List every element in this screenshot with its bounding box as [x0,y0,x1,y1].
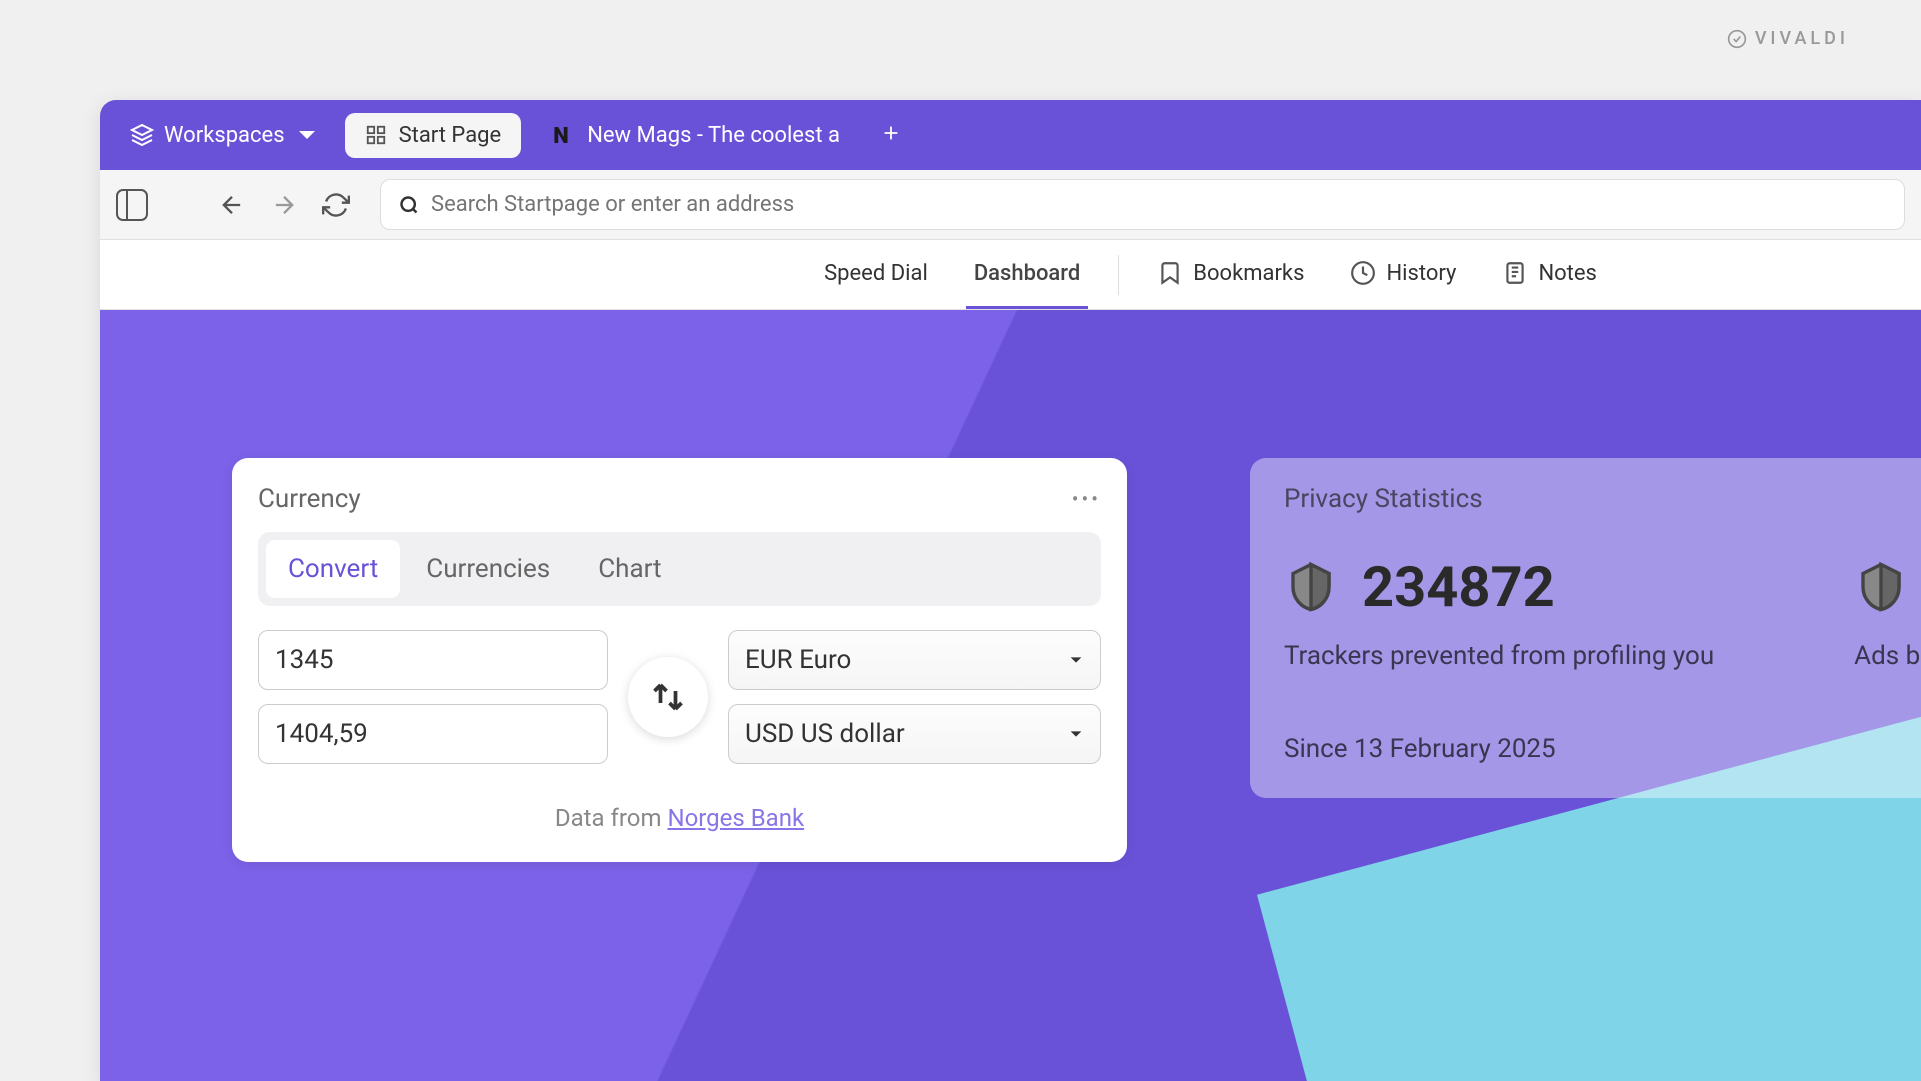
privacy-widget-title: Privacy Statistics [1284,484,1921,514]
tab-convert[interactable]: Convert [266,540,400,598]
browser-window: Workspaces Start Page N New Mags - The c… [100,100,1921,1081]
privacy-since-date: Since 13 February 2025 [1284,734,1921,764]
back-button[interactable] [218,191,246,219]
to-currency-label: USD US dollar [745,719,905,749]
subnav-history[interactable]: History [1342,240,1464,309]
trackers-label: Trackers prevented from profiling you [1284,638,1714,674]
trackers-count: 234872 [1362,554,1555,620]
swap-currencies-button[interactable] [628,657,708,737]
shield-icon [1284,560,1338,614]
subnav-dashboard[interactable]: Dashboard [966,241,1088,309]
brand-name: VIVALDI [1755,28,1849,49]
to-amount-input[interactable] [258,704,608,764]
forward-button[interactable] [270,191,298,219]
tab-chart[interactable]: Chart [576,540,683,598]
subnav-label: Notes [1538,261,1596,286]
swap-icon [650,679,686,715]
subnav-label: Bookmarks [1193,261,1304,286]
chevron-down-icon [295,123,319,147]
tab-new-mags[interactable]: N New Mags - The coolest a [533,113,860,158]
ads-stat: 3589 Ads blocked [1854,554,1921,674]
search-icon [399,195,419,215]
plus-icon [880,122,902,144]
layers-icon [130,123,154,147]
site-icon: N [553,124,575,146]
address-input[interactable] [431,192,1886,217]
currency-widget: Currency ••• Convert Currencies Chart E [232,458,1127,862]
content-area: Currency ••• Convert Currencies Chart E [100,310,1921,1081]
workspaces-button[interactable]: Workspaces [116,115,333,156]
reload-button[interactable] [322,191,350,219]
subnav-label: Dashboard [974,261,1080,286]
tab-currencies[interactable]: Currencies [404,540,572,598]
new-tab-button[interactable] [872,114,910,156]
privacy-widget: Privacy Statistics 234872 Trackers preve… [1250,458,1921,798]
grid-icon [365,124,387,146]
shield-icon [1854,560,1908,614]
address-bar[interactable] [380,179,1905,230]
tab-label: New Mags - The coolest a [587,123,840,148]
widget-menu-button[interactable]: ••• [1072,487,1101,511]
divider [1118,255,1119,295]
toolbar [100,170,1921,240]
from-currency-select[interactable]: EUR Euro [728,630,1101,690]
chevron-down-icon [1068,726,1084,742]
subnav: Speed Dial Dashboard Bookmarks History N… [100,240,1921,310]
workspaces-label: Workspaces [164,123,285,148]
notes-icon [1502,260,1528,286]
data-source-link[interactable]: Norges Bank [667,804,804,832]
tab-bar: Workspaces Start Page N New Mags - The c… [100,100,1921,170]
panel-toggle-button[interactable] [116,189,148,221]
subnav-label: History [1386,261,1456,286]
subnav-speed-dial[interactable]: Speed Dial [816,241,936,309]
history-icon [1350,260,1376,286]
currency-widget-title: Currency [258,484,361,514]
subnav-notes[interactable]: Notes [1494,240,1604,309]
tab-label: Start Page [399,123,502,148]
tab-start-page[interactable]: Start Page [345,113,522,158]
data-source: Data from Norges Bank [258,804,1101,832]
brand-logo: VIVALDI [1727,28,1849,49]
ads-label: Ads blocked [1854,638,1921,674]
from-amount-input[interactable] [258,630,608,690]
chevron-down-icon [1068,652,1084,668]
subnav-label: Speed Dial [824,261,928,286]
currency-tabs: Convert Currencies Chart [258,532,1101,606]
bookmark-icon [1157,260,1183,286]
data-source-prefix: Data from [555,804,668,832]
trackers-stat: 234872 Trackers prevented from profiling… [1284,554,1714,674]
subnav-bookmarks[interactable]: Bookmarks [1149,240,1312,309]
to-currency-select[interactable]: USD US dollar [728,704,1101,764]
from-currency-label: EUR Euro [745,645,851,675]
